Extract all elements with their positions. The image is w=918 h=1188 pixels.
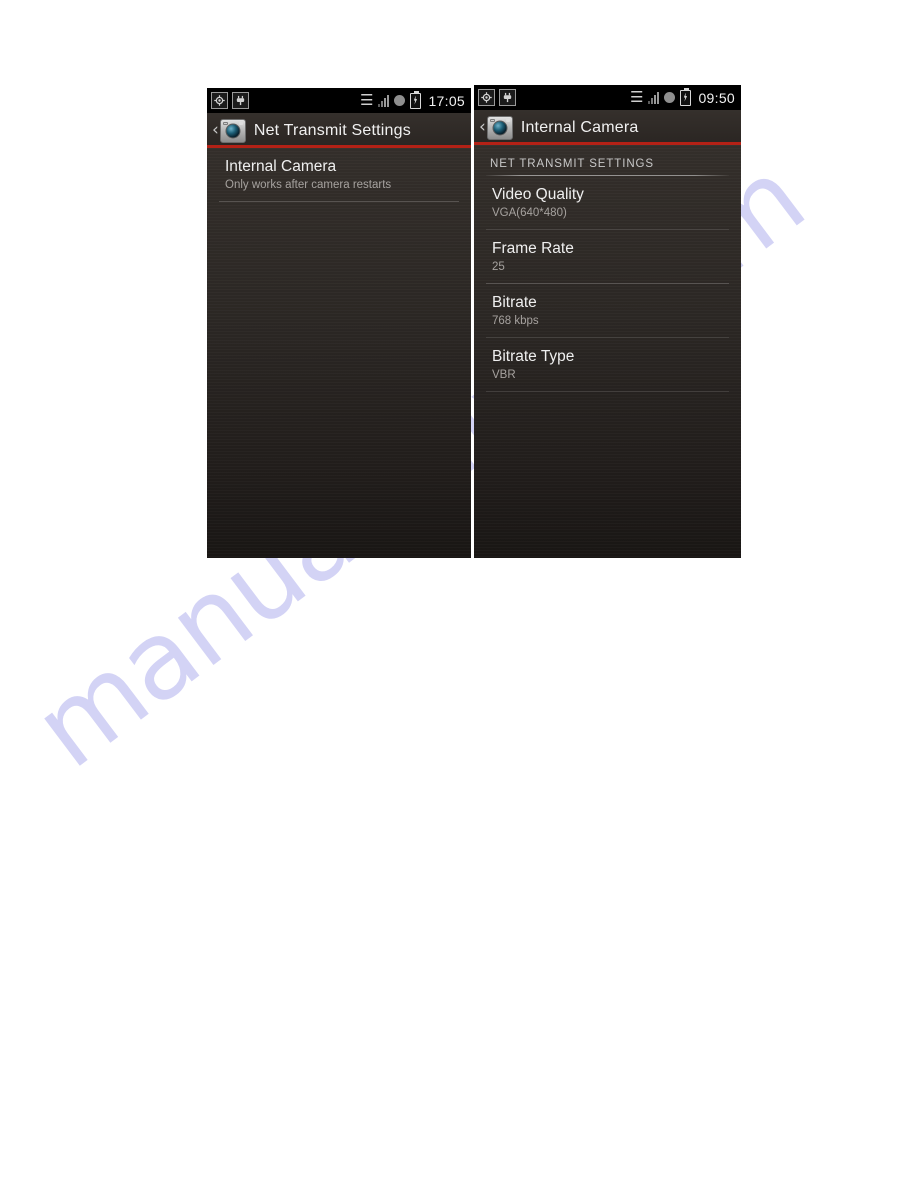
right-status-bar-left-icons: [478, 89, 516, 106]
list-item-bitrate[interactable]: Bitrate 768 kbps: [474, 284, 741, 338]
left-title-bar[interactable]: ‹ Net Transmit Settings: [207, 113, 471, 148]
left-phone-screenshot: ☰ 17:05 ‹ Net Transmit Settings Internal…: [207, 88, 471, 558]
right-title-bar[interactable]: ‹ Internal Camera: [474, 110, 741, 145]
right-status-bar: ☰ 09:50: [474, 85, 741, 110]
usb-plug-icon: [232, 92, 249, 109]
usb-plug-icon: [499, 89, 516, 106]
left-status-bar-right-icons: ☰ 17:05: [360, 90, 465, 109]
list-item-internal-camera[interactable]: Internal Camera Only works after camera …: [207, 148, 471, 202]
bluetooth-icon: ☰: [630, 89, 644, 106]
camera-status-icon: [211, 92, 228, 109]
right-status-bar-right-icons: ☰ 09:50: [630, 87, 735, 106]
section-header-label: NET TRANSMIT SETTINGS: [490, 158, 654, 170]
list-item-value: VBR: [492, 369, 516, 381]
back-chevron-icon[interactable]: ‹: [479, 119, 486, 136]
list-item-value: 25: [492, 261, 505, 273]
camera-status-icon: [478, 89, 495, 106]
right-status-clock: 09:50: [698, 89, 735, 106]
left-status-bar-left-icons: [211, 92, 249, 109]
left-status-bar: ☰ 17:05: [207, 88, 471, 113]
back-chevron-icon[interactable]: ‹: [212, 122, 219, 139]
list-item-title: Video Quality: [492, 186, 584, 203]
right-phone-screenshot: ☰ 09:50 ‹ Internal Camera NET TRANSMIT S…: [474, 85, 741, 558]
camera-app-icon: [486, 115, 513, 140]
list-item-value: 768 kbps: [492, 315, 539, 327]
list-item-value: VGA(640*480): [492, 207, 567, 219]
list-item-bitrate-type[interactable]: Bitrate Type VBR: [474, 338, 741, 392]
left-content-area: Internal Camera Only works after camera …: [207, 148, 471, 558]
list-divider: [219, 201, 459, 202]
list-item-title: Frame Rate: [492, 240, 574, 257]
bluetooth-icon: ☰: [360, 92, 374, 109]
battery-charging-icon: [410, 90, 422, 109]
signal-bars-icon: [378, 94, 390, 107]
right-page-title: Internal Camera: [520, 118, 639, 136]
list-item-title: Internal Camera: [225, 158, 337, 175]
right-content-area: NET TRANSMIT SETTINGS Video Quality VGA(…: [474, 145, 741, 558]
left-page-title: Net Transmit Settings: [253, 121, 411, 139]
list-item-title: Bitrate: [492, 294, 537, 311]
list-item-subtitle: Only works after camera restarts: [225, 179, 392, 191]
list-item-title: Bitrate Type: [492, 348, 575, 365]
circle-status-icon: [394, 95, 406, 106]
signal-bars-icon: [648, 91, 660, 104]
battery-charging-icon: [680, 87, 692, 106]
list-divider: [486, 391, 729, 392]
list-item-video-quality[interactable]: Video Quality VGA(640*480): [474, 176, 741, 230]
left-status-clock: 17:05: [428, 92, 465, 109]
camera-app-icon: [219, 118, 246, 143]
circle-status-icon: [664, 92, 676, 103]
section-header-net-transmit-settings: NET TRANSMIT SETTINGS: [474, 145, 741, 176]
list-item-frame-rate[interactable]: Frame Rate 25: [474, 230, 741, 284]
